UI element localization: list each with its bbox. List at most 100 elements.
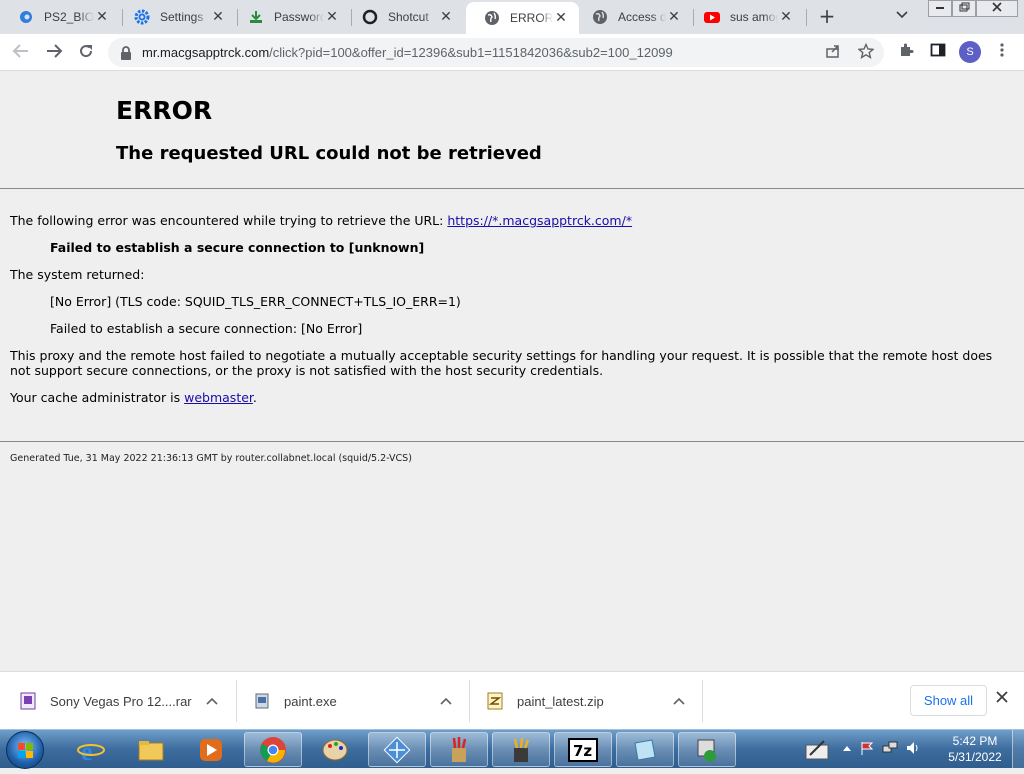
app-grid-icon[interactable] xyxy=(368,732,426,767)
divider xyxy=(702,680,703,722)
close-icon[interactable]: ✕ xyxy=(666,9,682,25)
browser-toolbar: mr.macgsapptrck.com/click?pid=100&offer_… xyxy=(0,34,1024,71)
download-item[interactable]: paint.exe xyxy=(254,672,468,730)
svg-text:7z: 7z xyxy=(573,742,592,760)
paint-brushes-icon[interactable] xyxy=(430,732,488,767)
webmaster-link[interactable]: webmaster xyxy=(184,390,253,405)
download-filename: paint_latest.zip xyxy=(517,693,604,709)
close-icon[interactable]: ✕ xyxy=(324,9,340,25)
url-path: /click?pid=100&offer_id=12396&sub1=11518… xyxy=(269,45,673,60)
svg-text:e: e xyxy=(81,737,93,764)
tab-title: Password xyxy=(274,10,324,24)
share-icon[interactable] xyxy=(823,43,843,63)
chevron-up-icon[interactable] xyxy=(206,694,218,708)
download-filename: Sony Vegas Pro 12....rar xyxy=(50,693,192,709)
system-returned-label: The system returned: xyxy=(10,267,145,282)
admin-suffix: . xyxy=(252,390,257,405)
page-title: ERROR xyxy=(116,96,213,125)
requested-url-link[interactable]: https://*.macgsapptrck.com/* xyxy=(447,213,632,228)
back-button[interactable] xyxy=(10,42,32,64)
download-item[interactable]: Sony Vegas Pro 12....rar xyxy=(20,672,234,730)
secure-connection-error: Failed to establish a secure connection:… xyxy=(50,321,363,336)
start-button[interactable] xyxy=(6,731,44,769)
forward-button[interactable] xyxy=(43,42,65,64)
tab-password[interactable]: Password ✕ xyxy=(230,0,350,34)
windows-logo-icon xyxy=(18,743,33,758)
restore-button[interactable] xyxy=(952,0,976,17)
address-bar[interactable]: mr.macgsapptrck.com/click?pid=100&offer_… xyxy=(108,38,884,67)
installer-icon[interactable] xyxy=(678,732,736,767)
tools-cup-icon[interactable] xyxy=(492,732,550,767)
new-tab-button[interactable]: + xyxy=(816,5,838,27)
action-center-flag-icon[interactable] xyxy=(859,740,875,759)
pen-tablet-icon[interactable] xyxy=(804,737,830,764)
internet-explorer-icon[interactable]: e xyxy=(62,732,120,767)
tab-settings[interactable]: Settings ✕ xyxy=(116,0,236,34)
download-item[interactable]: paint_latest.zip xyxy=(487,672,701,730)
clock-date: 5/31/2022 xyxy=(948,750,1002,764)
extensions-icon[interactable] xyxy=(895,42,917,64)
tab-error[interactable]: ERROR: T ✕ xyxy=(466,2,579,34)
tab-shotcut[interactable]: Shotcut ✕ xyxy=(344,0,464,34)
exe-file-icon xyxy=(254,692,270,710)
proxy-explanation: This proxy and the remote host failed to… xyxy=(10,348,993,378)
intro-paragraph: The following error was encountered whil… xyxy=(10,213,632,228)
generated-footer: Generated Tue, 31 May 2022 21:36:13 GMT … xyxy=(10,453,412,464)
close-icon[interactable]: ✕ xyxy=(438,9,454,25)
url-text[interactable]: mr.macgsapptrck.com/click?pid=100&offer_… xyxy=(142,38,673,67)
divider xyxy=(0,441,1024,442)
media-player-icon[interactable] xyxy=(182,732,240,767)
menu-kebab-icon[interactable] xyxy=(991,42,1013,64)
tab-strip: PS2_BIOS ✕ Settings ✕ Password ✕ Shotcut… xyxy=(0,0,1024,34)
page-subtitle: The requested URL could not be retrieved xyxy=(116,143,542,164)
download-shelf: Sony Vegas Pro 12....rar paint.exe paint… xyxy=(0,671,1024,729)
globe-icon xyxy=(592,9,608,25)
tab-divider xyxy=(806,9,807,26)
clock-time: 5:42 PM xyxy=(952,734,998,748)
clock[interactable]: 5:42 PM 5/31/2022 xyxy=(944,733,1006,765)
chevron-up-icon[interactable] xyxy=(440,694,452,708)
avatar[interactable]: S xyxy=(959,41,981,63)
globe-icon xyxy=(484,10,500,26)
divider xyxy=(469,680,470,722)
volume-icon[interactable] xyxy=(905,740,921,759)
close-icon[interactable]: ✕ xyxy=(210,9,226,25)
tab-title: PS2_BIOS xyxy=(44,10,94,24)
intro-text: The following error was encountered whil… xyxy=(10,213,448,228)
window-close-button[interactable] xyxy=(976,0,1018,17)
tab-access[interactable]: Access d ✕ xyxy=(574,0,692,34)
network-icon[interactable] xyxy=(882,740,898,759)
file-explorer-icon[interactable] xyxy=(122,732,180,767)
show-desktop-button[interactable] xyxy=(1012,730,1024,769)
rar-file-icon xyxy=(20,692,36,710)
reload-button[interactable] xyxy=(75,42,97,64)
download-filename: paint.exe xyxy=(284,693,337,709)
admin-paragraph: Your cache administrator is webmaster. xyxy=(10,390,257,405)
divider xyxy=(236,680,237,722)
tls-code: [No Error] (TLS code: SQUID_TLS_ERR_CONN… xyxy=(50,294,461,309)
close-icon[interactable]: ✕ xyxy=(553,10,569,26)
close-shelf-icon[interactable] xyxy=(996,688,1008,707)
chevron-up-icon[interactable] xyxy=(673,694,685,708)
tab-search-chevron-icon[interactable] xyxy=(896,8,908,22)
download-icon xyxy=(248,9,264,25)
paint-palette-icon[interactable] xyxy=(306,732,364,767)
error-message: Failed to establish a secure connection … xyxy=(50,240,425,255)
chrome-icon[interactable] xyxy=(244,732,302,767)
seven-zip-icon[interactable]: 7z xyxy=(554,732,612,767)
notepad-icon[interactable] xyxy=(616,732,674,767)
url-host: mr.macgsapptrck.com xyxy=(142,45,270,60)
tab-youtube[interactable]: sus amog ✕ xyxy=(686,0,804,34)
tab-ps2-bios[interactable]: PS2_BIOS ✕ xyxy=(0,0,120,34)
tab-title: Access d xyxy=(618,10,666,24)
show-all-button[interactable]: Show all xyxy=(910,685,987,716)
bookmark-star-icon[interactable] xyxy=(856,42,876,63)
tray-expand-icon[interactable] xyxy=(842,744,852,755)
close-icon[interactable]: ✕ xyxy=(94,9,110,25)
lock-icon[interactable] xyxy=(120,45,132,64)
tab-title: Shotcut xyxy=(388,10,429,24)
side-panel-icon[interactable] xyxy=(927,42,949,64)
minimize-button[interactable] xyxy=(928,0,952,17)
tab-title: Settings xyxy=(160,10,204,24)
close-icon[interactable]: ✕ xyxy=(778,9,794,25)
